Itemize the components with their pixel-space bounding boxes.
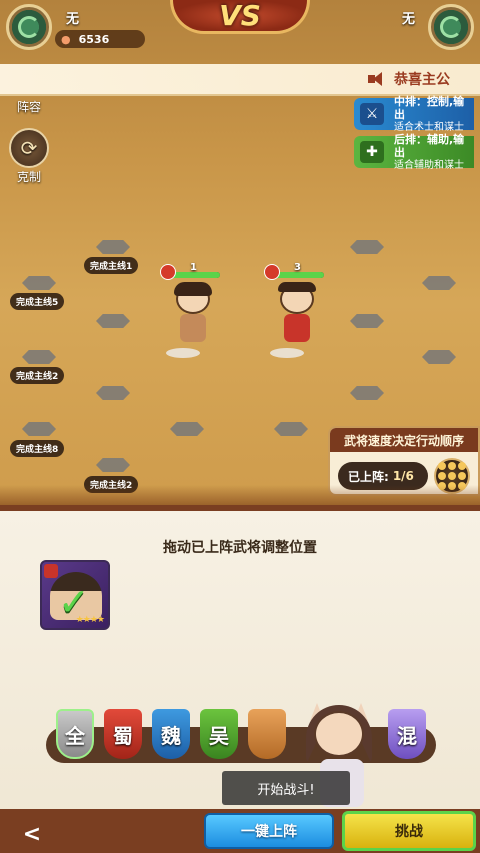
middle-row-tag: ⚔ 中排：控制,输出 适合术士和谋士: [354, 94, 474, 133]
quest-lock-label: 完成主线2: [84, 476, 139, 493]
vs-label: VS: [219, 0, 261, 32]
top-bar: 无 ● 6536 VS 无: [0, 0, 480, 64]
hero-unit-warrior[interactable]: 3: [262, 262, 332, 362]
formation-slot[interactable]: [422, 276, 456, 290]
formation-slot[interactable]: [96, 386, 130, 400]
hero-sprite: [272, 282, 322, 350]
formation-slot[interactable]: [22, 350, 56, 364]
deployed-count: 已上阵: 1/6: [338, 462, 428, 490]
formation-slot[interactable]: [96, 240, 130, 254]
right-player-name: 无: [402, 12, 416, 27]
announcement-text: 恭喜主公: [394, 72, 450, 88]
formation-slot[interactable]: [350, 240, 384, 254]
paw-icon: ●: [61, 32, 71, 46]
challenge-button[interactable]: 挑战: [342, 811, 476, 851]
quest-lock-label: 完成主线5: [10, 293, 65, 310]
heal-icon: ✚: [360, 141, 384, 163]
formation-slot[interactable]: [96, 458, 130, 472]
power-value: 6536: [78, 32, 110, 46]
power-display: ● 6536: [55, 30, 145, 48]
left-player-avatar[interactable]: [6, 4, 52, 50]
quest-lock-label: 完成主线1: [84, 257, 139, 274]
formation-slot[interactable]: [350, 386, 384, 400]
swirl-icon: [18, 16, 40, 38]
right-player-avatar[interactable]: [428, 4, 474, 50]
formation-grid-icon[interactable]: [434, 458, 470, 494]
hero-card[interactable]: ✓ ★★★★: [40, 560, 110, 630]
faction-tab-qun[interactable]: [248, 709, 286, 759]
speed-order-panel: 武将速度决定行动顺序 已上阵: 1/6: [328, 426, 480, 496]
lineup-button[interactable]: 阵容: [8, 98, 50, 115]
lineup-label: 阵容: [16, 100, 41, 114]
counter-label: 克制: [16, 170, 41, 184]
faction-badge: [264, 264, 280, 280]
panel-title: 拖动已上阵武将调整位置: [163, 540, 317, 556]
faction-tab-mixed[interactable]: 混: [388, 709, 426, 759]
back-button[interactable]: <: [14, 819, 50, 849]
speed-order-title: 武将速度决定行动顺序: [330, 428, 478, 452]
formation-slot[interactable]: [22, 276, 56, 290]
auto-deploy-button[interactable]: 一键上阵: [204, 813, 334, 849]
cycle-icon: ⟳: [9, 128, 49, 168]
star-rating: ★★★★: [75, 615, 105, 625]
middle-row-title: 中排：控制,输出: [394, 94, 465, 121]
bottom-bar: < 一键上阵 挑战: [0, 809, 480, 853]
counter-button[interactable]: ⟳ 克制: [8, 128, 50, 185]
battlefield: 无 ● 6536 VS 无 恭喜主公 阵容 ⟳ 克制 ⚔ 中排：控制,输出 适合…: [0, 0, 480, 505]
faction-tab-shu[interactable]: 蜀: [104, 709, 142, 759]
back-row-tag: ✚ 后排：辅助,输出 适合辅助和谋士: [354, 132, 474, 171]
hero-sprite: [168, 282, 218, 350]
formation-slot[interactable]: [170, 422, 204, 436]
deployed-label: 已上阵:: [348, 469, 389, 484]
faction-tab-wu[interactable]: 吴: [200, 709, 238, 759]
quest-lock-label: 完成主线2: [10, 367, 65, 384]
formation-slot[interactable]: [350, 314, 384, 328]
deployed-value: 1/6: [392, 469, 414, 483]
hero-level: 3: [294, 262, 301, 273]
announcement-bar: 恭喜主公: [0, 64, 480, 96]
left-player-name: 无: [66, 12, 80, 27]
start-battle-tooltip: 开始战斗!: [222, 771, 350, 805]
sword-icon: ⚔: [360, 103, 384, 125]
formation-slot[interactable]: [274, 422, 308, 436]
faction-badge: [44, 564, 58, 578]
faction-tab-all[interactable]: 全: [56, 709, 94, 759]
formation-slot[interactable]: [22, 422, 56, 436]
hero-unit-cat[interactable]: 1: [158, 262, 228, 362]
faction-badge: [160, 264, 176, 280]
back-arrow-icon: <: [22, 821, 42, 847]
swirl-icon: [440, 16, 462, 38]
formation-slot[interactable]: [96, 314, 130, 328]
hero-selection-panel: 拖动已上阵武将调整位置 ✓ ★★★★ 全 蜀 魏 吴 混 开始战斗! < 一键上…: [0, 505, 480, 853]
formation-slot[interactable]: [422, 350, 456, 364]
hero-level: 1: [190, 262, 197, 273]
vs-emblem: VS: [170, 0, 310, 34]
speaker-icon: [368, 72, 388, 86]
faction-tab-wei[interactable]: 魏: [152, 709, 190, 759]
back-row-title: 后排：辅助,输出: [394, 132, 465, 159]
quest-lock-label: 完成主线8: [10, 440, 65, 457]
back-row-desc: 适合辅助和谋士: [394, 159, 464, 171]
